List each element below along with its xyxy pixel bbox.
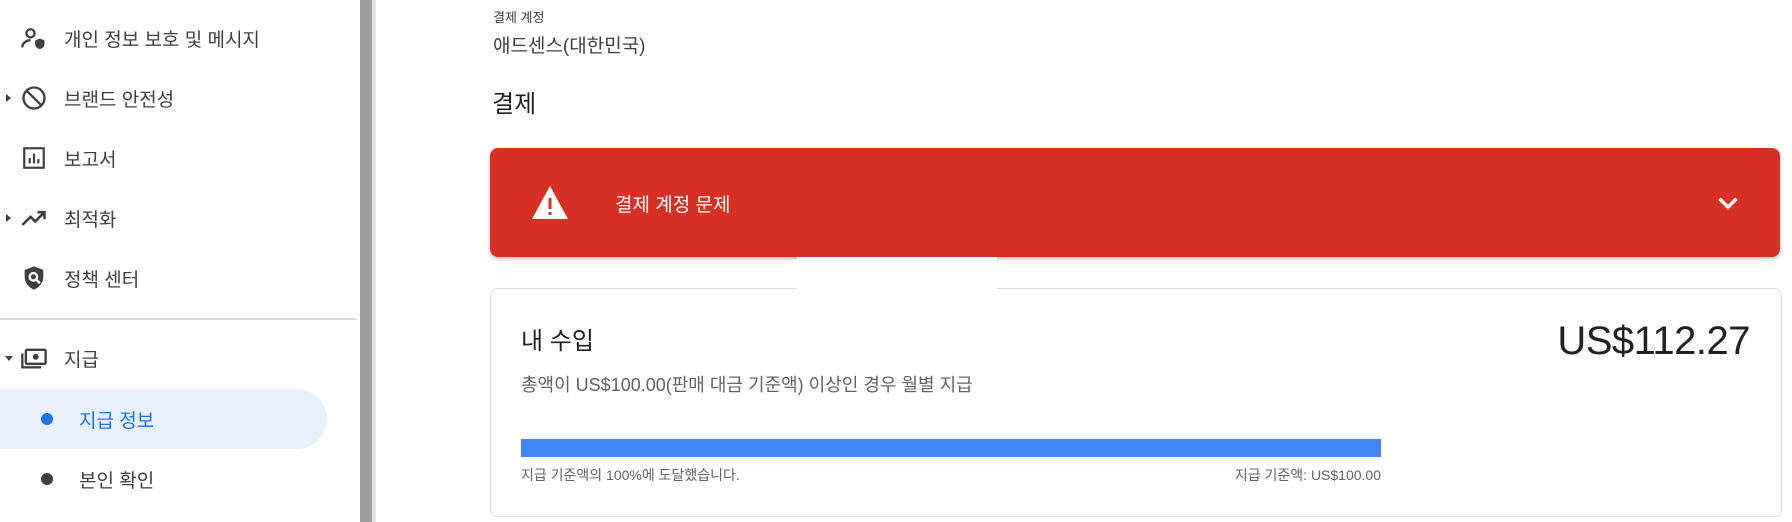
earnings-card: 내 수입 US$112.27 총액이 US$100.00(판매 대금 기준액) … <box>490 257 1782 517</box>
policy-shield-icon <box>20 264 48 292</box>
privacy-messaging-icon <box>20 24 48 52</box>
chevron-down-icon[interactable] <box>1711 186 1745 220</box>
sidebar-item-policy-center[interactable]: 정책 센터 <box>0 248 360 308</box>
warning-icon <box>530 183 570 223</box>
expand-caret-icon[interactable] <box>4 213 14 223</box>
sidebar-item-label: 개인 정보 보호 및 메시지 <box>64 29 260 51</box>
payment-threshold-text: 지급 기준액: US$100.00 <box>1234 467 1381 483</box>
sidebar-item-payments[interactable]: 지급 <box>0 328 360 388</box>
payment-threshold-progress <box>521 439 1381 457</box>
sidebar-item-brand-safety[interactable]: 브랜드 안전성 <box>0 68 360 128</box>
sidebar-item-payment-info[interactable]: 지급 정보 <box>0 389 327 449</box>
sidebar-scrollbar[interactable] <box>360 0 372 522</box>
active-bullet-icon <box>41 413 53 425</box>
sidebar: 개인 정보 보호 및 메시지 브랜드 안전성 보고서 최적화 정책 센터 지급 … <box>0 0 360 522</box>
sidebar-item-label: 브랜드 안전성 <box>64 89 175 111</box>
collapse-caret-icon[interactable] <box>4 353 14 363</box>
expand-caret-icon[interactable] <box>4 93 14 103</box>
sidebar-item-optimization[interactable]: 최적화 <box>0 188 360 248</box>
section-title: 결제 <box>492 91 537 118</box>
payments-icon <box>20 344 48 372</box>
earnings-description: 총액이 US$100.00(판매 대금 기준액) 이상인 경우 월별 지급 <box>521 375 973 395</box>
bullet-icon <box>41 473 53 485</box>
payment-account-value: 애드센스(대한민국) <box>493 36 646 57</box>
sidebar-divider <box>0 318 357 320</box>
main-content: 결제 계정 애드센스(대한민국) 결제 결제 계정 문제 내 수입 US$112… <box>376 0 1792 522</box>
card-mask <box>797 257 997 291</box>
sidebar-item-label: 지급 <box>64 349 99 371</box>
earnings-title: 내 수입 <box>521 328 594 355</box>
sidebar-item-label: 최적화 <box>64 209 117 231</box>
sidebar-item-reports[interactable]: 보고서 <box>0 128 360 188</box>
payment-account-alert[interactable]: 결제 계정 문제 <box>490 148 1780 257</box>
alert-title: 결제 계정 문제 <box>615 195 731 216</box>
progress-fill <box>521 439 1381 457</box>
payment-account-caption: 결제 계정 <box>493 10 545 25</box>
sidebar-item-label: 정책 센터 <box>64 269 140 291</box>
bar-chart-icon <box>20 144 48 172</box>
sidebar-item-label: 본인 확인 <box>79 470 155 492</box>
sidebar-item-privacy-messaging[interactable]: 개인 정보 보호 및 메시지 <box>0 8 360 68</box>
progress-status-text: 지급 기준액의 100%에 도달했습니다. <box>521 467 740 483</box>
sidebar-item-label: 보고서 <box>64 149 117 171</box>
trending-up-icon <box>20 204 48 232</box>
block-icon <box>20 84 48 112</box>
sidebar-item-identity-verification[interactable]: 본인 확인 <box>0 449 327 509</box>
earnings-amount: US$112.27 <box>1557 319 1750 363</box>
sidebar-item-label: 지급 정보 <box>79 410 155 432</box>
